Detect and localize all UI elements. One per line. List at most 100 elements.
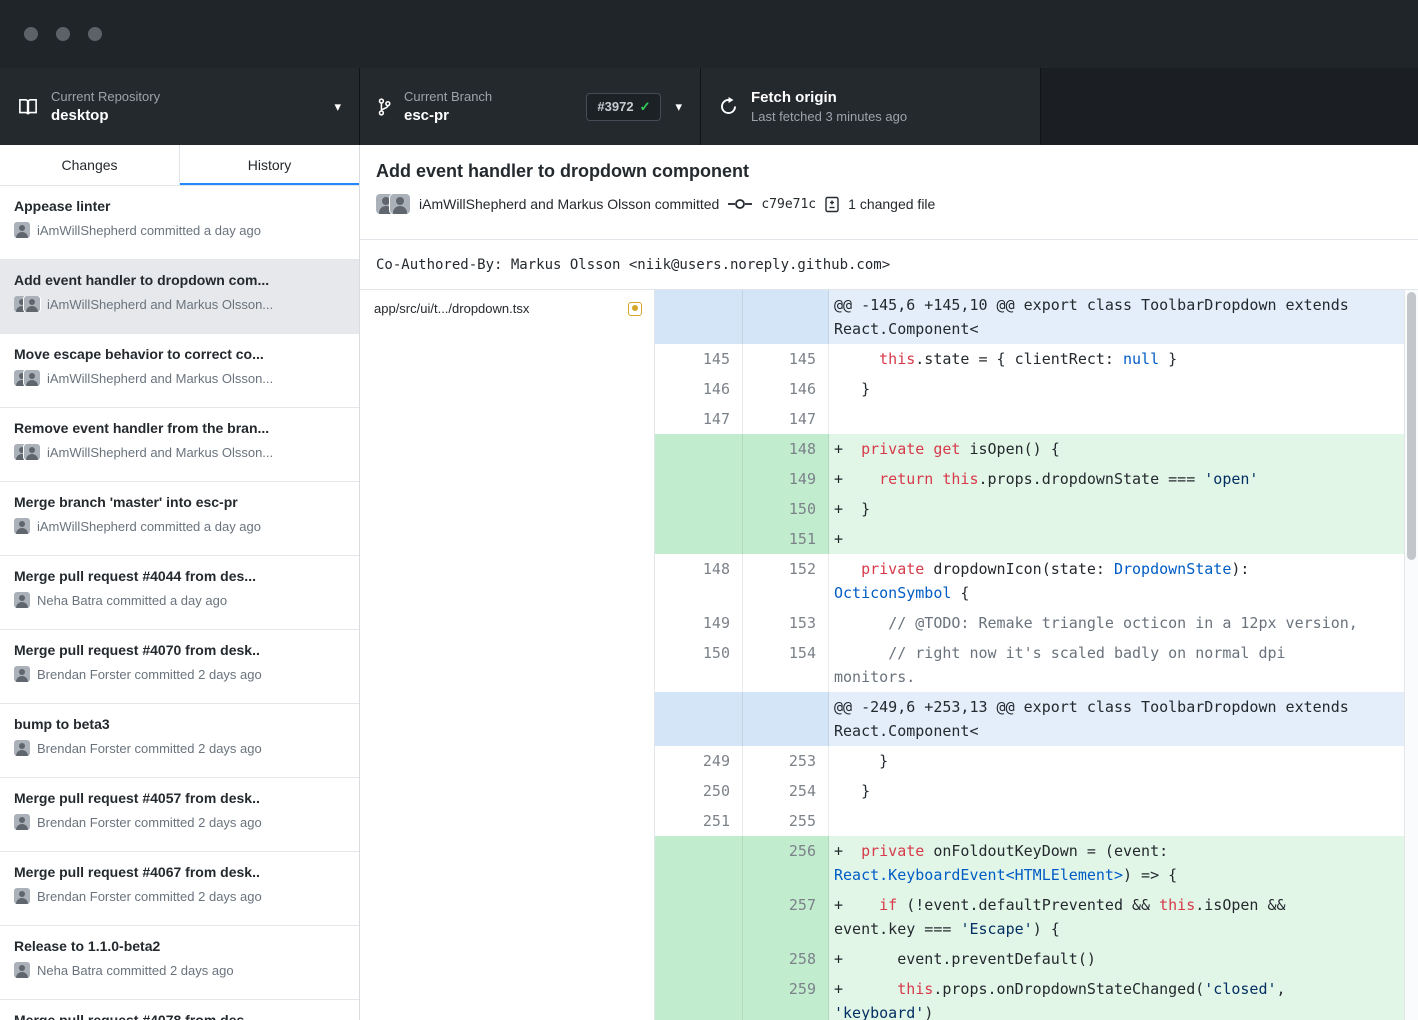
new-line-gutter: 147 bbox=[743, 404, 829, 434]
commit-list-item[interactable]: Appease linter iAmWillShepherd committed… bbox=[0, 186, 359, 260]
old-line-gutter: 250 bbox=[655, 776, 743, 806]
branch-label: Current Branch bbox=[404, 89, 492, 104]
commit-title: bump to beta3 bbox=[14, 716, 345, 732]
new-line-gutter: 154 bbox=[743, 638, 829, 692]
avatar bbox=[14, 962, 30, 978]
changed-files-list: app/src/ui/t.../dropdown.tsx bbox=[360, 290, 655, 1020]
main-area: Changes History Appease linter iAmWillSh… bbox=[0, 145, 1418, 1020]
diff-context-line: 146146 } bbox=[655, 374, 1404, 404]
chevron-down-icon: ▾ bbox=[675, 99, 682, 115]
diff-context-line: 149153 // @TODO: Remake triangle octicon… bbox=[655, 608, 1404, 638]
avatar bbox=[14, 222, 30, 238]
commit-title: Appease linter bbox=[14, 198, 345, 214]
old-line-gutter: 147 bbox=[655, 404, 743, 434]
old-line-gutter bbox=[655, 836, 743, 890]
hunk-header-text: @@ -249,6 +253,13 @@ export class Toolba… bbox=[829, 692, 1404, 746]
commit-meta: Neha Batra committed a day ago bbox=[37, 593, 227, 608]
commit-meta: Brendan Forster committed 2 days ago bbox=[37, 889, 262, 904]
zoom-button[interactable] bbox=[88, 27, 102, 41]
new-line-gutter: 259 bbox=[743, 974, 829, 1020]
sync-icon bbox=[719, 97, 738, 116]
traffic-lights bbox=[24, 27, 102, 41]
old-line-gutter: 145 bbox=[655, 344, 743, 374]
avatar bbox=[24, 444, 40, 460]
diff-added-line: 150+ } bbox=[655, 494, 1404, 524]
diff-hunk-header: @@ -145,6 +145,10 @@ export class Toolba… bbox=[655, 290, 1404, 344]
commit-sha: c79e71c bbox=[761, 197, 816, 212]
old-line-gutter: 146 bbox=[655, 374, 743, 404]
new-line-gutter: 255 bbox=[743, 806, 829, 836]
diff-added-line: 149+ return this.props.dropdownState ===… bbox=[655, 464, 1404, 494]
scrollbar-thumb[interactable] bbox=[1407, 292, 1416, 560]
commit-list-item[interactable]: Merge pull request #4070 from desk.. Bre… bbox=[0, 630, 359, 704]
toolbar: Current Repository desktop ▾ Current Bra… bbox=[0, 68, 1418, 145]
repository-label: Current Repository bbox=[51, 89, 160, 104]
old-line-gutter: 149 bbox=[655, 608, 743, 638]
commit-list-item[interactable]: Merge pull request #4057 from desk.. Bre… bbox=[0, 778, 359, 852]
commit-list-item[interactable]: bump to beta3 Brendan Forster committed … bbox=[0, 704, 359, 778]
fetch-origin-button[interactable]: Fetch origin Last fetched 3 minutes ago bbox=[701, 68, 1041, 145]
commit-title: Add event handler to dropdown com... bbox=[14, 272, 345, 288]
code-line: + private get isOpen() { bbox=[829, 434, 1404, 464]
tab-changes[interactable]: Changes bbox=[0, 145, 179, 185]
code-line: private dropdownIcon(state: DropdownStat… bbox=[829, 554, 1404, 608]
file-path: app/src/ui/t.../dropdown.tsx bbox=[374, 301, 628, 316]
code-line: // @TODO: Remake triangle octicon in a 1… bbox=[829, 608, 1404, 638]
commit-list-item-partial[interactable]: Merge pull request #4078 from des... bbox=[0, 1000, 359, 1020]
diff-context-line: 150154 // right now it's scaled badly on… bbox=[655, 638, 1404, 692]
file-list-item[interactable]: app/src/ui/t.../dropdown.tsx bbox=[360, 290, 654, 327]
commit-title: Merge branch 'master' into esc-pr bbox=[14, 494, 345, 510]
commit-history-list: Appease linter iAmWillShepherd committed… bbox=[0, 186, 359, 1020]
commit-list-item[interactable]: Remove event handler from the bran... iA… bbox=[0, 408, 359, 482]
new-line-gutter: 257 bbox=[743, 890, 829, 944]
avatar bbox=[24, 370, 40, 386]
avatar bbox=[14, 740, 30, 756]
old-line-gutter bbox=[655, 944, 743, 974]
close-button[interactable] bbox=[24, 27, 38, 41]
avatar bbox=[14, 592, 30, 608]
new-line-gutter: 253 bbox=[743, 746, 829, 776]
vertical-scrollbar[interactable] bbox=[1404, 290, 1418, 1020]
commit-meta-row: iAmWillShepherd and Markus Olsson commit… bbox=[376, 194, 1402, 214]
minimize-button[interactable] bbox=[56, 27, 70, 41]
avatar bbox=[14, 518, 30, 534]
commit-list-item-selected[interactable]: Add event handler to dropdown com... iAm… bbox=[0, 260, 359, 334]
commit-meta: iAmWillShepherd committed a day ago bbox=[37, 519, 261, 534]
branch-dropdown-button[interactable]: Current Branch esc-pr #3972✓ ▾ bbox=[360, 68, 701, 145]
new-line-gutter: 149 bbox=[743, 464, 829, 494]
commit-title: Merge pull request #4067 from desk.. bbox=[14, 864, 345, 880]
toolbar-empty-area bbox=[1041, 68, 1418, 145]
commit-meta: iAmWillShepherd committed a day ago bbox=[37, 223, 261, 238]
new-line-gutter: 148 bbox=[743, 434, 829, 464]
code-line: this.state = { clientRect: null } bbox=[829, 344, 1404, 374]
repository-dropdown-button[interactable]: Current Repository desktop ▾ bbox=[0, 68, 360, 145]
diff-context-line: 251255 bbox=[655, 806, 1404, 836]
new-line-gutter: 256 bbox=[743, 836, 829, 890]
commit-meta: Brendan Forster committed 2 days ago bbox=[37, 667, 262, 682]
commit-list-item[interactable]: Merge pull request #4044 from des... Neh… bbox=[0, 556, 359, 630]
old-line-gutter: 148 bbox=[655, 554, 743, 608]
commit-title: Merge pull request #4044 from des... bbox=[14, 568, 345, 584]
commit-meta: Neha Batra committed 2 days ago bbox=[37, 963, 234, 978]
code-line: + bbox=[829, 524, 1404, 554]
commit-title: Merge pull request #4078 from des... bbox=[14, 1012, 345, 1020]
commit-list-item[interactable]: Move escape behavior to correct co... iA… bbox=[0, 334, 359, 408]
old-line-gutter bbox=[655, 464, 743, 494]
commit-list-item[interactable]: Merge pull request #4067 from desk.. Bre… bbox=[0, 852, 359, 926]
page-title: Add event handler to dropdown component bbox=[376, 161, 1402, 182]
changed-file-icon bbox=[825, 196, 839, 213]
commit-list-item[interactable]: Release to 1.1.0-beta2 Neha Batra commit… bbox=[0, 926, 359, 1000]
old-line-gutter bbox=[655, 974, 743, 1020]
diff-added-line: 259+ this.props.onDropdownStateChanged('… bbox=[655, 974, 1404, 1020]
code-line bbox=[829, 806, 1404, 836]
old-line-gutter bbox=[655, 524, 743, 554]
diff-added-line: 257+ if (!event.defaultPrevented && this… bbox=[655, 890, 1404, 944]
commit-detail-pane: Add event handler to dropdown component … bbox=[360, 145, 1418, 1020]
pr-status-badge: #3972✓ bbox=[586, 93, 661, 121]
tab-history[interactable]: History bbox=[179, 145, 359, 185]
commit-title: Merge pull request #4070 from desk.. bbox=[14, 642, 345, 658]
commit-list-item[interactable]: Merge branch 'master' into esc-pr iAmWil… bbox=[0, 482, 359, 556]
new-line-gutter: 152 bbox=[743, 554, 829, 608]
diff-context-line: 249253 } bbox=[655, 746, 1404, 776]
commit-meta: Brendan Forster committed 2 days ago bbox=[37, 741, 262, 756]
